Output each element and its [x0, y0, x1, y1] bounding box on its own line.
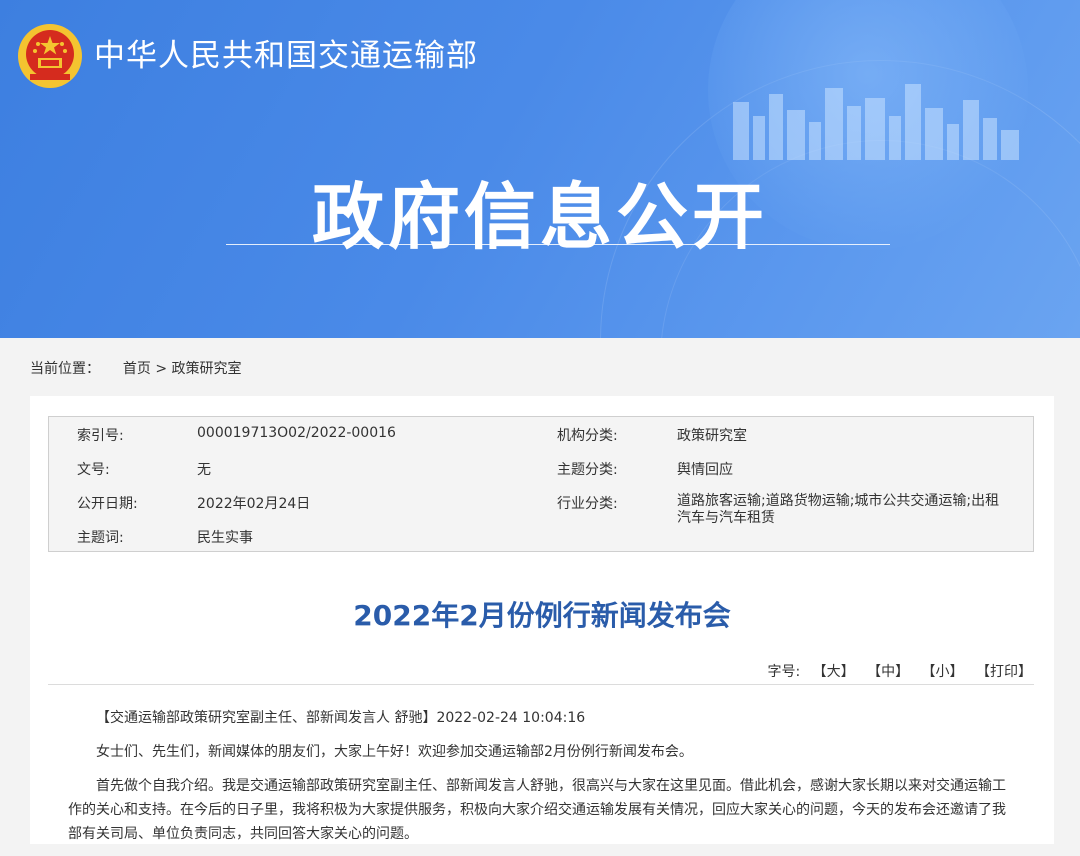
font-size-controls: 字号: 【大】 【中】 【小】 【打印】 — [767, 661, 1032, 681]
article-body: 【交通运输部政策研究室副主任、部新闻发言人 舒驰】2022-02-24 10:0… — [68, 706, 1016, 856]
breadcrumb: 当前位置： 首页 > 政策研究室 — [30, 358, 242, 378]
date-value: 2022年02月24日 — [197, 496, 311, 512]
info-row: 公开日期: 2022年02月24日 行业分类: 道路旅客运输;道路货物运输;城市… — [49, 493, 1035, 526]
divider — [48, 684, 1034, 685]
industry-value: 道路旅客运输;道路货物运输;城市公共交通运输;出租汽车与汽车租赁 — [677, 493, 1000, 526]
page-title: 政府信息公开 — [311, 175, 768, 259]
breadcrumb-label: 当前位置： — [30, 361, 100, 377]
topic-label: 主题分类: — [557, 462, 618, 478]
article-paragraph: 首先做个自我介绍。我是交通运输部政策研究室副主任、部新闻发言人舒驰，很高兴与大家… — [68, 778, 1006, 842]
date-label: 公开日期: — [77, 496, 138, 512]
keyword-label: 主题词: — [77, 530, 124, 546]
agency-value: 政策研究室 — [677, 428, 747, 444]
print-button[interactable]: 【打印】 — [976, 664, 1032, 680]
content-panel: 索引号: 000019713O02/2022-00016 机构分类: 政策研究室… — [30, 396, 1054, 844]
info-row: 文号: 无 主题分类: 舆情回应 — [49, 459, 1035, 483]
article-title: 2022年2月份例行新闻发布会 — [353, 599, 731, 632]
article-paragraph: 【交通运输部政策研究室副主任、部新闻发言人 舒驰】2022-02-24 10:0… — [96, 710, 586, 726]
info-table: 索引号: 000019713O02/2022-00016 机构分类: 政策研究室… — [48, 416, 1034, 552]
topic-value: 舆情回应 — [677, 462, 733, 478]
font-large-button[interactable]: 【大】 — [813, 664, 855, 680]
font-size-label: 字号: — [767, 664, 801, 680]
info-row: 索引号: 000019713O02/2022-00016 机构分类: 政策研究室 — [49, 425, 1035, 449]
agency-label: 机构分类: — [557, 428, 618, 444]
national-emblem-icon — [18, 24, 82, 88]
doc-no-label: 文号: — [77, 462, 110, 478]
breadcrumb-home-link[interactable]: 首页 — [123, 361, 151, 377]
city-skyline-icon — [733, 84, 1019, 160]
index-no-label: 索引号: — [77, 428, 124, 444]
breadcrumb-current-link[interactable]: 政策研究室 — [172, 361, 242, 377]
keyword-value: 民生实事 — [197, 530, 253, 546]
index-no-value: 000019713O02/2022-00016 — [197, 425, 396, 441]
ministry-name: 中华人民共和国交通运输部 — [94, 38, 478, 74]
doc-no-value: 无 — [197, 462, 211, 478]
breadcrumb-separator: > — [155, 361, 168, 377]
header-banner: 中华人民共和国交通运输部 政府信息公开 — [0, 0, 1080, 338]
title-underline — [226, 244, 890, 245]
font-small-button[interactable]: 【小】 — [922, 664, 964, 680]
industry-label: 行业分类: — [557, 496, 618, 512]
info-row: 主题词: 民生实事 — [49, 527, 1035, 551]
article-paragraph: 女士们、先生们，新闻媒体的朋友们，大家上午好！欢迎参加交通运输部2月份例行新闻发… — [96, 744, 693, 760]
font-medium-button[interactable]: 【中】 — [867, 664, 909, 680]
